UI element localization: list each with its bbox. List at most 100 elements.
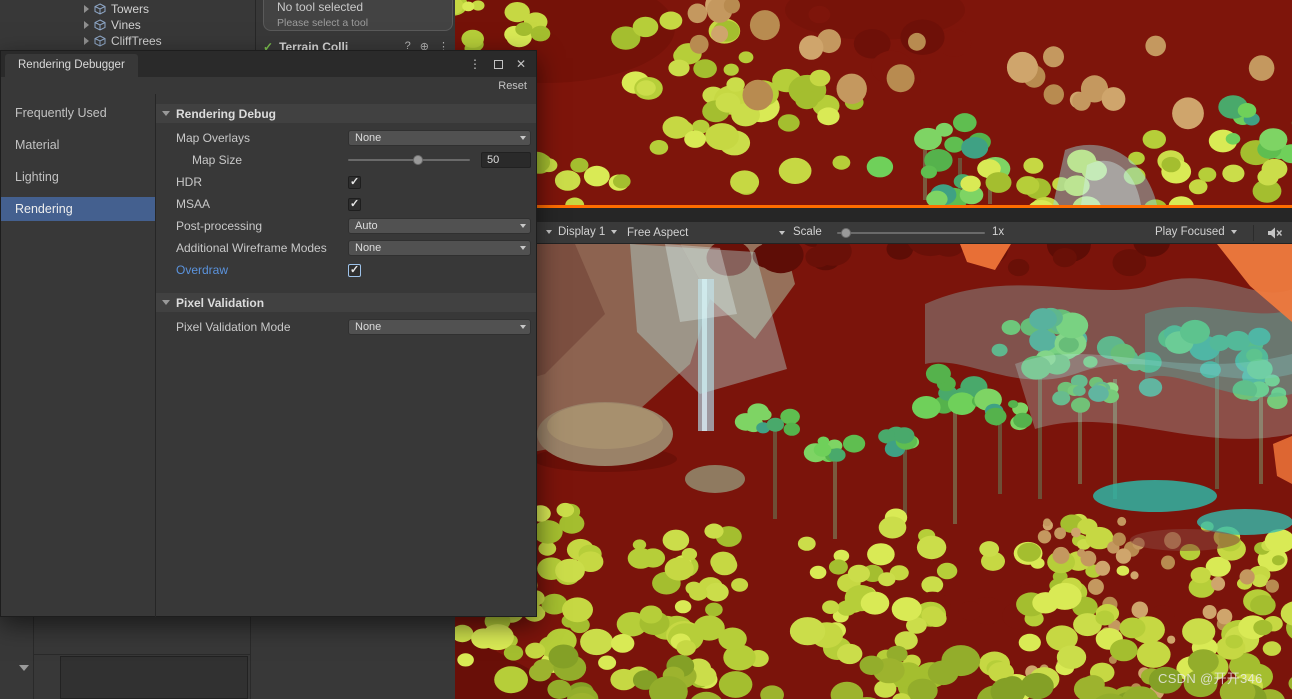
- hierarchy-item-label: CliffTrees: [111, 34, 162, 48]
- debugger-body: Frequently Used Material Lighting Render…: [1, 94, 536, 617]
- post-processing-dropdown[interactable]: Auto: [348, 218, 531, 234]
- unity-editor: Display 1 Free Aspect Scale 1x Play Focu…: [0, 0, 1292, 699]
- chevron-down-icon: [520, 136, 526, 140]
- slider-knob[interactable]: [412, 155, 423, 165]
- scroll-down-icon[interactable]: [19, 665, 29, 671]
- foldout-arrow-icon[interactable]: [84, 37, 89, 45]
- sidebar-item-material[interactable]: Material: [1, 133, 155, 157]
- map-overlays-dropdown[interactable]: None: [348, 130, 531, 146]
- scene-view-overdraw-render: [455, 0, 1292, 205]
- panel-divider: [33, 617, 34, 699]
- toolbar-separator: [1253, 225, 1254, 241]
- section-title: Rendering Debug: [176, 106, 277, 121]
- overdraw-checkbox[interactable]: [348, 263, 361, 277]
- chevron-down-icon: [520, 325, 526, 329]
- speaker-muted-icon: [1268, 227, 1283, 239]
- chevron-down-icon: [1230, 229, 1237, 234]
- section-header-pixel-validation[interactable]: Pixel Validation: [156, 293, 536, 312]
- game-view-overdraw-render: [455, 244, 1292, 699]
- rendering-debugger-window: Rendering Debugger ⋮ ✕ Reset Frequently …: [0, 50, 537, 617]
- reset-button[interactable]: Reset: [498, 80, 527, 92]
- section-title: Pixel Validation: [176, 295, 265, 310]
- hierarchy-item-clifftrees[interactable]: CliffTrees: [84, 33, 162, 49]
- tool-panel-subtitle: Please select a tool: [277, 17, 369, 29]
- sidebar-item-frequently-used[interactable]: Frequently Used: [1, 101, 155, 125]
- aspect-ratio-dropdown[interactable]: Free Aspect: [627, 222, 785, 244]
- row-pixel-validation-mode: Pixel Validation Mode None: [156, 316, 536, 338]
- hidden-dropdown-chevron[interactable]: [540, 222, 552, 244]
- field-label: Map Size: [192, 153, 243, 167]
- window-controls: ⋮ ✕: [469, 58, 536, 70]
- row-overdraw: Overdraw: [156, 259, 536, 281]
- scale-label: Scale: [793, 226, 822, 238]
- hierarchy-item-label: Vines: [111, 18, 141, 32]
- tool-panel-title: No tool selected: [277, 0, 364, 14]
- chevron-down-icon: [611, 229, 618, 234]
- aspect-dropdown-label: Free Aspect: [627, 226, 689, 239]
- foldout-arrow-icon[interactable]: [84, 21, 89, 29]
- debugger-content: Rendering Debug Map Overlays None Map Si…: [156, 94, 536, 617]
- row-map-size: Map Size 50: [156, 149, 536, 171]
- bottom-left-panel: [60, 656, 248, 699]
- chevron-down-icon: [520, 224, 526, 228]
- row-post-processing: Post-processing Auto: [156, 215, 536, 237]
- sidebar-item-rendering[interactable]: Rendering: [1, 197, 155, 221]
- hierarchy-item-vines[interactable]: Vines: [84, 17, 141, 33]
- cube-icon: [94, 35, 106, 47]
- cube-icon: [94, 3, 106, 15]
- foldout-open-icon[interactable]: [162, 300, 170, 305]
- display-dropdown-label: Display 1: [558, 226, 606, 238]
- hierarchy-item-label: Towers: [111, 2, 150, 16]
- dropdown-value: Auto: [355, 220, 378, 232]
- debugger-sidebar: Frequently Used Material Lighting Render…: [1, 94, 156, 617]
- chevron-down-icon: [546, 229, 552, 234]
- dropdown-value: None: [355, 321, 382, 333]
- dropdown-value: None: [355, 132, 382, 144]
- scale-slider-knob[interactable]: [841, 228, 852, 238]
- sidebar-item-lighting[interactable]: Lighting: [1, 165, 155, 189]
- maximize-icon[interactable]: [493, 59, 503, 69]
- wireframe-modes-dropdown[interactable]: None: [348, 240, 531, 256]
- field-label: Pixel Validation Mode: [176, 320, 291, 334]
- cube-icon: [94, 19, 106, 31]
- panel-divider: [33, 654, 250, 655]
- field-label: Post-processing: [176, 219, 263, 233]
- field-label: HDR: [176, 175, 202, 189]
- watermark: CSDN @开开346: [1158, 671, 1263, 686]
- foldout-arrow-icon[interactable]: [84, 5, 89, 13]
- msaa-checkbox[interactable]: [348, 197, 361, 211]
- kebab-menu-icon[interactable]: ⋮: [469, 58, 481, 70]
- mute-audio-button[interactable]: [1267, 226, 1283, 240]
- close-icon[interactable]: ✕: [516, 58, 526, 70]
- section-header-rendering-debug[interactable]: Rendering Debug: [156, 104, 536, 123]
- row-hdr: HDR: [156, 171, 536, 193]
- scene-view-viewport[interactable]: [455, 0, 1292, 205]
- map-size-field[interactable]: 50: [481, 152, 531, 168]
- display-dropdown[interactable]: Display 1: [558, 222, 618, 244]
- field-label: Map Overlays: [176, 131, 251, 145]
- row-additional-wireframe-modes: Additional Wireframe Modes None: [156, 237, 536, 259]
- foldout-open-icon[interactable]: [162, 111, 170, 116]
- window-tab-bar: Rendering Debugger ⋮ ✕: [1, 51, 536, 77]
- row-map-overlays: Map Overlays None: [156, 127, 536, 149]
- pixel-validation-dropdown[interactable]: None: [348, 319, 531, 335]
- panel-divider: [255, 0, 256, 50]
- field-label: Additional Wireframe Modes: [176, 241, 327, 255]
- gameview-header-strip: [455, 208, 1292, 222]
- field-label: Overdraw: [176, 263, 229, 277]
- hdr-checkbox[interactable]: [348, 175, 361, 189]
- chevron-down-icon: [520, 246, 526, 250]
- panel-divider: [250, 617, 251, 699]
- play-focused-dropdown[interactable]: Play Focused: [1155, 222, 1237, 244]
- tab-rendering-debugger[interactable]: Rendering Debugger: [5, 54, 138, 77]
- play-focused-label: Play Focused: [1155, 226, 1225, 238]
- field-label: MSAA: [176, 197, 211, 211]
- game-view-toolbar: Display 1 Free Aspect Scale 1x Play Focu…: [455, 222, 1292, 244]
- scale-slider[interactable]: [837, 228, 985, 238]
- scale-value: 1x: [992, 226, 1005, 238]
- tool-settings-panel: No tool selected Please select a tool: [263, 0, 453, 31]
- hierarchy-item-towers[interactable]: Towers: [84, 1, 149, 17]
- game-view-viewport[interactable]: [455, 244, 1292, 699]
- chevron-down-icon: [779, 231, 785, 235]
- map-size-slider[interactable]: [348, 155, 470, 165]
